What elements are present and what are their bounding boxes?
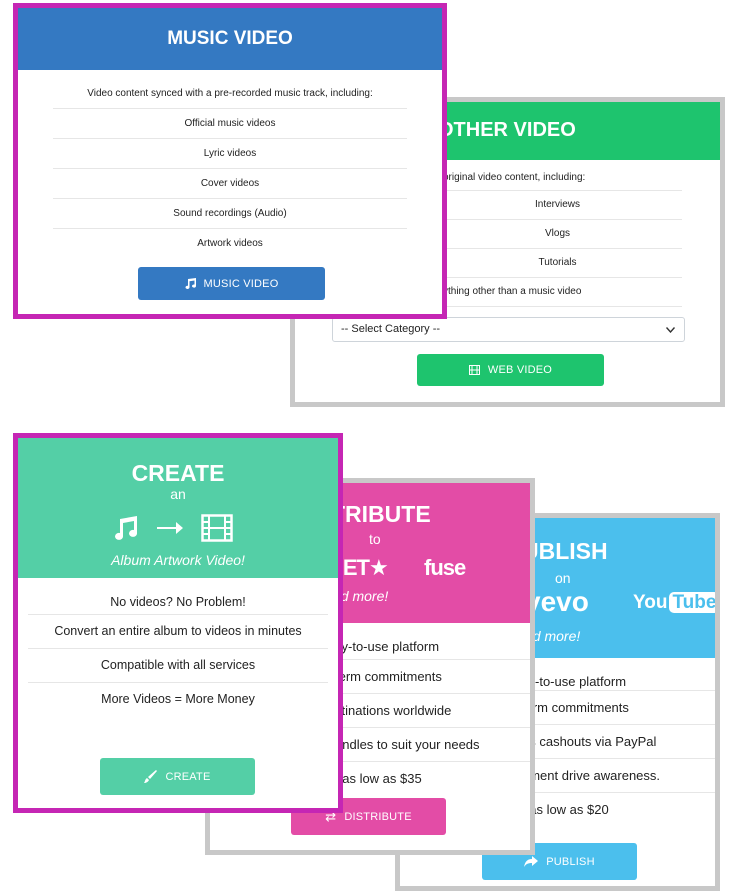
distribute-item: undles to suit your needs [335, 728, 530, 762]
create-item: No videos? No Problem! [28, 578, 328, 615]
create-item: Convert an entire album to videos in min… [28, 615, 328, 649]
music-video-item: Cover videos [53, 169, 407, 199]
brush-icon [144, 770, 158, 783]
distribute-button-label: DISTRIBUTE [344, 810, 412, 823]
create-item: More Videos = More Money [101, 692, 255, 706]
music-video-card: MUSIC VIDEO Video content synced with a … [13, 3, 447, 319]
distribute-subtitle: to [369, 531, 381, 547]
other-video-item: ything other than a music video [443, 278, 682, 307]
music-video-button-label: MUSIC VIDEO [203, 277, 279, 290]
publish-item: ement drive awareness. [522, 759, 715, 793]
film-strip-icon [201, 514, 233, 542]
other-video-item: Interviews [433, 191, 682, 220]
audio-to-video-graphic [113, 514, 233, 542]
create-button[interactable]: CREATE [100, 758, 255, 795]
category-select[interactable]: -- Select Category -- [332, 317, 685, 342]
fuse-logo: fuse [424, 555, 466, 580]
create-subtitle: an [170, 486, 186, 502]
publish-button-label: PUBLISH [546, 855, 595, 868]
distribute-title: TRIBUTE [331, 501, 431, 527]
right-arrow-icon [157, 522, 183, 534]
music-video-item: Sound recordings (Audio) [53, 199, 407, 229]
publish-subtitle: on [555, 570, 571, 586]
distribute-item: stinations worldwide [335, 694, 530, 728]
other-video-intro: original video content, including: [443, 160, 682, 191]
create-card: CREATE an Album Artwork Video! No videos… [13, 433, 343, 813]
create-button-label: CREATE [165, 770, 211, 783]
distribute-item: term commitments [335, 660, 530, 694]
youtube-logo: You Tube [633, 592, 715, 614]
create-title: CREATE [131, 460, 225, 486]
web-video-button-label: WEB VIDEO [487, 364, 553, 376]
publish-item: sy-to-use platform [522, 658, 715, 691]
music-video-header: MUSIC VIDEO [18, 8, 442, 70]
film-icon [468, 365, 480, 375]
share-arrow-icon [524, 855, 539, 867]
music-video-title: MUSIC VIDEO [167, 28, 293, 49]
distribute-item: t as low as $35 [335, 771, 422, 786]
music-video-item: Artwork videos [197, 238, 263, 249]
web-video-button[interactable]: WEB VIDEO [417, 354, 604, 386]
music-video-item: Official music videos [53, 109, 407, 139]
publish-item: term commitments [522, 691, 715, 725]
distribute-item: sy-to-use platform [335, 623, 530, 660]
music-notes-icon [115, 516, 138, 540]
chevron-down-icon [666, 327, 675, 333]
create-card-header: CREATE an Album Artwork Video! [18, 438, 338, 578]
other-video-item: Vlogs [433, 220, 682, 249]
other-video-title: OTHER VIDEO [438, 119, 576, 141]
music-video-intro: Video content synced with a pre-recorded… [53, 80, 407, 109]
create-item: Compatible with all services [28, 649, 328, 683]
category-select-value: -- Select Category -- [341, 323, 441, 335]
music-video-item: Lyric videos [53, 139, 407, 169]
music-note-icon [185, 278, 196, 289]
publish-item: gs cashouts via PayPal [522, 725, 715, 759]
music-video-button[interactable]: MUSIC VIDEO [138, 267, 325, 300]
publish-item: t as low as $20 [522, 802, 609, 817]
other-video-item: Tutorials [433, 249, 682, 278]
create-tagline: Album Artwork Video! [111, 552, 245, 568]
